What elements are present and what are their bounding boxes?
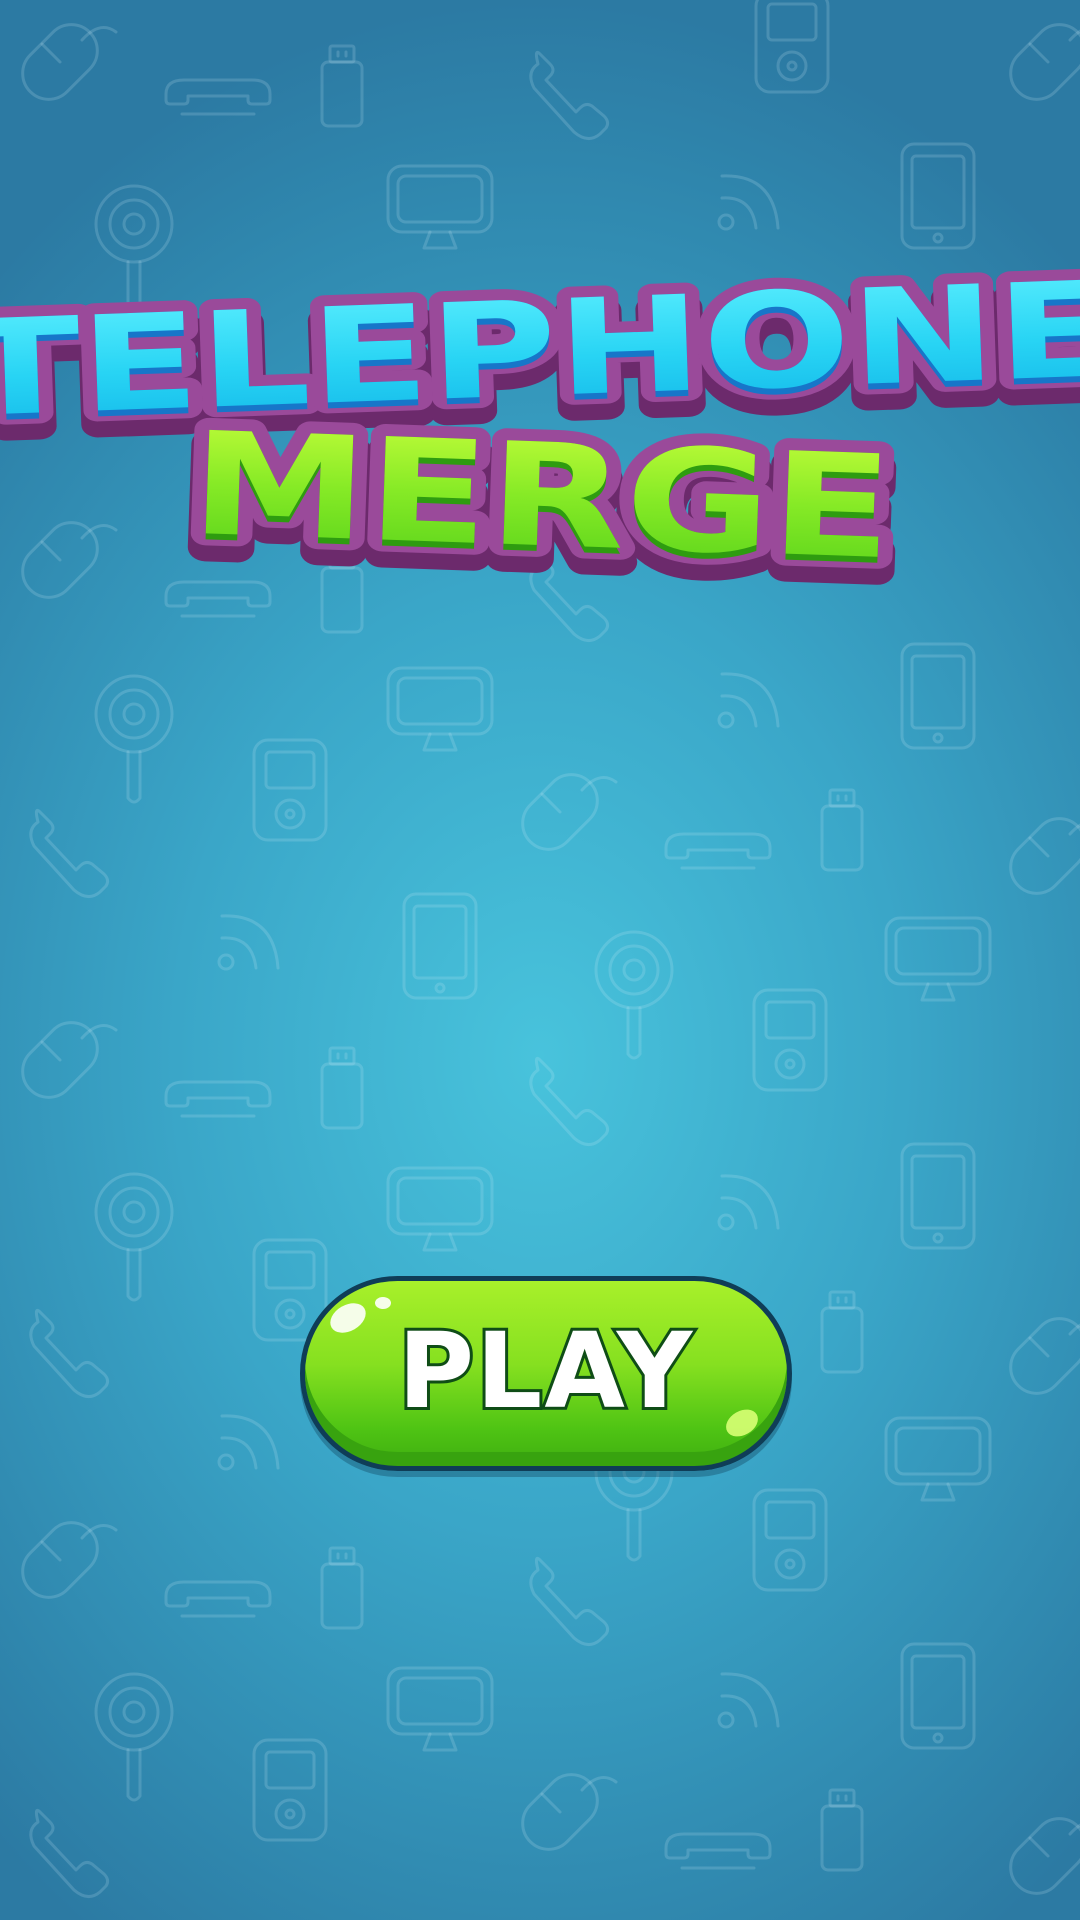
play-button[interactable]: PLAY — [300, 1276, 792, 1471]
play-button-label: PLAY — [395, 1308, 695, 1434]
title-line2: MERGE — [188, 401, 895, 591]
button-shine-highlight — [375, 1297, 391, 1309]
game-title-logo: TELEPHONE TELEPHONE TELEPHONE TELEPHONE … — [0, 241, 1080, 620]
